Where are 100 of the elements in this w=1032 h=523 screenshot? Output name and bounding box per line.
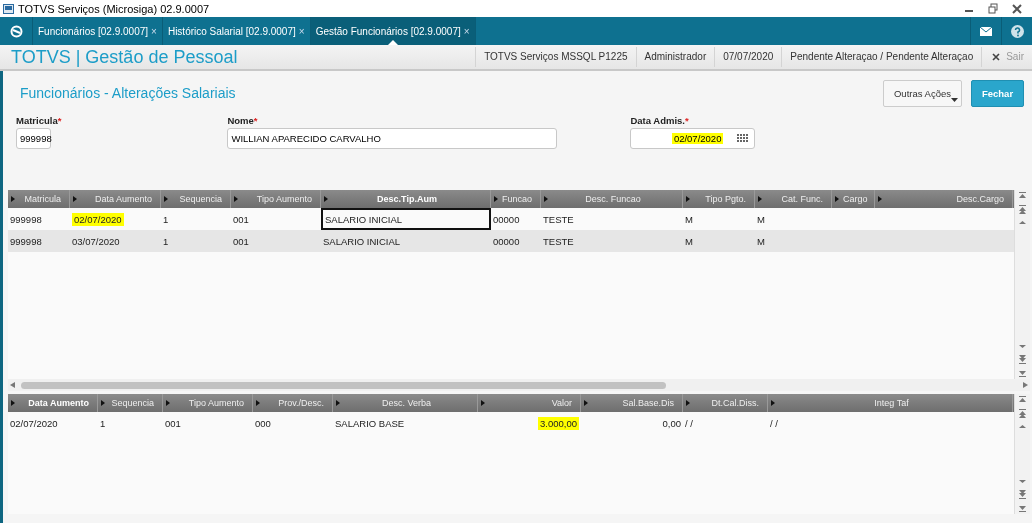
cell-text: SALARIO BASE	[335, 417, 405, 429]
cell-text: 000	[255, 417, 271, 429]
cell-text: 02/07/2020	[10, 417, 58, 429]
field-label: Matricula*	[16, 115, 62, 126]
cell-text: 1	[163, 213, 169, 225]
window-title: TOTVS Serviços (Microsiga) 02.9.0007	[18, 2, 210, 15]
cell-text: / /	[685, 417, 693, 429]
app-title: TOTVS | Gestão de Pessoal	[11, 46, 238, 68]
cell-text: SALARIO INICIAL	[323, 235, 401, 247]
table-cell[interactable]: 00000	[491, 208, 541, 230]
scrollbar-thumb[interactable]	[21, 381, 666, 389]
triangle-icon[interactable]	[544, 196, 548, 202]
table-cell[interactable]: 02/07/2020	[70, 208, 161, 230]
triangle-icon[interactable]	[771, 400, 775, 406]
table-cell[interactable]: TESTE	[541, 208, 683, 230]
cell-text: TESTE	[543, 235, 574, 247]
tab[interactable]: Gestão Funcionários [02.9.0007] ×	[310, 17, 476, 45]
triangle-icon[interactable]	[686, 196, 690, 202]
triangle-icon[interactable]	[73, 196, 77, 202]
triangle-icon[interactable]	[101, 400, 105, 406]
pointer-icon	[387, 40, 398, 45]
triangle-icon[interactable]	[686, 400, 690, 406]
table-cell[interactable]: SALARIO INICIAL	[321, 208, 491, 230]
status-info: Administrador	[635, 47, 715, 67]
scroll-left-icon[interactable]	[8, 381, 18, 389]
triangle-icon[interactable]	[324, 196, 328, 202]
input-field[interactable]: 999998	[16, 128, 51, 149]
field-label: Data Admis.*	[630, 115, 690, 126]
triangle-icon[interactable]	[758, 196, 762, 202]
triangle-icon[interactable]	[11, 196, 15, 202]
field-value: 999998	[20, 133, 52, 144]
cell-text: 03/07/2020	[72, 235, 120, 247]
triangle-icon[interactable]	[234, 196, 238, 202]
table-cell[interactable]: 03/07/2020	[70, 230, 161, 252]
mail-icon[interactable]	[980, 26, 992, 36]
cell-text: 3.000,00	[538, 416, 579, 430]
table-cell[interactable]: 001	[231, 208, 321, 230]
table-cell[interactable]: M	[755, 230, 832, 252]
table-cell[interactable]: 1	[161, 230, 231, 252]
table-cell[interactable]: 001	[163, 412, 253, 434]
field-value: 02/07/2020	[671, 133, 724, 144]
table-cell[interactable]: 00000	[491, 230, 541, 252]
cell-text: 001	[165, 417, 181, 429]
field-value: WILLIAN APARECIDO CARVALHO	[231, 133, 381, 144]
cell-text: M	[757, 235, 765, 247]
triangle-icon[interactable]	[878, 196, 882, 202]
cell-text: 02/07/2020	[72, 212, 124, 226]
caret-icon	[951, 97, 958, 102]
cell-text: 00000	[493, 213, 520, 225]
table-cell[interactable]: 999998	[8, 208, 70, 230]
field-label: Nome*	[227, 115, 259, 126]
more-actions-button[interactable]: Outras Ações	[883, 79, 962, 107]
table-cell[interactable]: 0,00	[581, 412, 683, 434]
triangle-icon[interactable]	[336, 400, 340, 406]
logo-icon[interactable]	[9, 24, 23, 38]
cell-text: 999998	[10, 235, 42, 247]
table-cell[interactable]: M	[683, 230, 755, 252]
cell-text: SALARIO INICIAL	[325, 213, 403, 225]
status-info: 07/07/2020	[714, 47, 782, 67]
table-cell[interactable]: SALARIO BASE	[333, 412, 478, 434]
table-cell[interactable]: TESTE	[541, 230, 683, 252]
triangle-icon[interactable]	[11, 400, 15, 406]
cell-text: M	[757, 213, 765, 225]
cell-text: TESTE	[543, 213, 574, 225]
triangle-icon[interactable]	[494, 196, 498, 202]
table-cell[interactable]: M	[755, 208, 832, 230]
table-cell[interactable]: 02/07/2020	[8, 412, 98, 434]
cell-text: / /	[770, 417, 778, 429]
status-info: TOTVS Serviços MSSQL P1225	[475, 47, 636, 67]
table-cell[interactable]: 999998	[8, 230, 70, 252]
table-cell[interactable]: M	[683, 208, 755, 230]
cell-text: 001	[233, 235, 249, 247]
cell-text: 999998	[10, 213, 42, 225]
help-icon[interactable]	[1010, 24, 1024, 38]
calendar-icon[interactable]	[737, 134, 749, 143]
table-cell[interactable]: 3.000,00	[478, 412, 581, 434]
triangle-icon[interactable]	[164, 196, 168, 202]
triangle-icon[interactable]	[256, 400, 260, 406]
cell-text: 001	[233, 213, 249, 225]
triangle-icon[interactable]	[584, 400, 588, 406]
table-cell[interactable]: / /	[683, 412, 768, 434]
table-cell[interactable]: 1	[161, 208, 231, 230]
table-cell[interactable]: 001	[231, 230, 321, 252]
triangle-icon[interactable]	[481, 400, 485, 406]
column-header[interactable]: Desc.Tip.Aum	[321, 190, 491, 208]
input-field[interactable]: WILLIAN APARECIDO CARVALHO	[227, 128, 558, 149]
scroll-right-icon[interactable]	[1020, 381, 1030, 389]
table-cell[interactable]: 1	[98, 412, 163, 434]
triangle-icon[interactable]	[835, 196, 839, 202]
window-icon	[3, 3, 14, 14]
table-cell[interactable]: / /	[768, 412, 1013, 434]
cell-text: M	[685, 235, 693, 247]
input-field[interactable]: 02/07/2020	[630, 128, 756, 149]
status-info: Pendente Alteraçao / Pendente Alteraçao	[781, 47, 982, 67]
table-cell[interactable]: SALARIO INICIAL	[321, 230, 491, 252]
cell-text: 0,00	[662, 417, 681, 429]
page-title: Funcionários - Alterações Salariais	[20, 85, 236, 101]
close-icon[interactable]	[992, 53, 1001, 61]
triangle-icon[interactable]	[166, 400, 170, 406]
table-cell[interactable]: 000	[253, 412, 333, 434]
